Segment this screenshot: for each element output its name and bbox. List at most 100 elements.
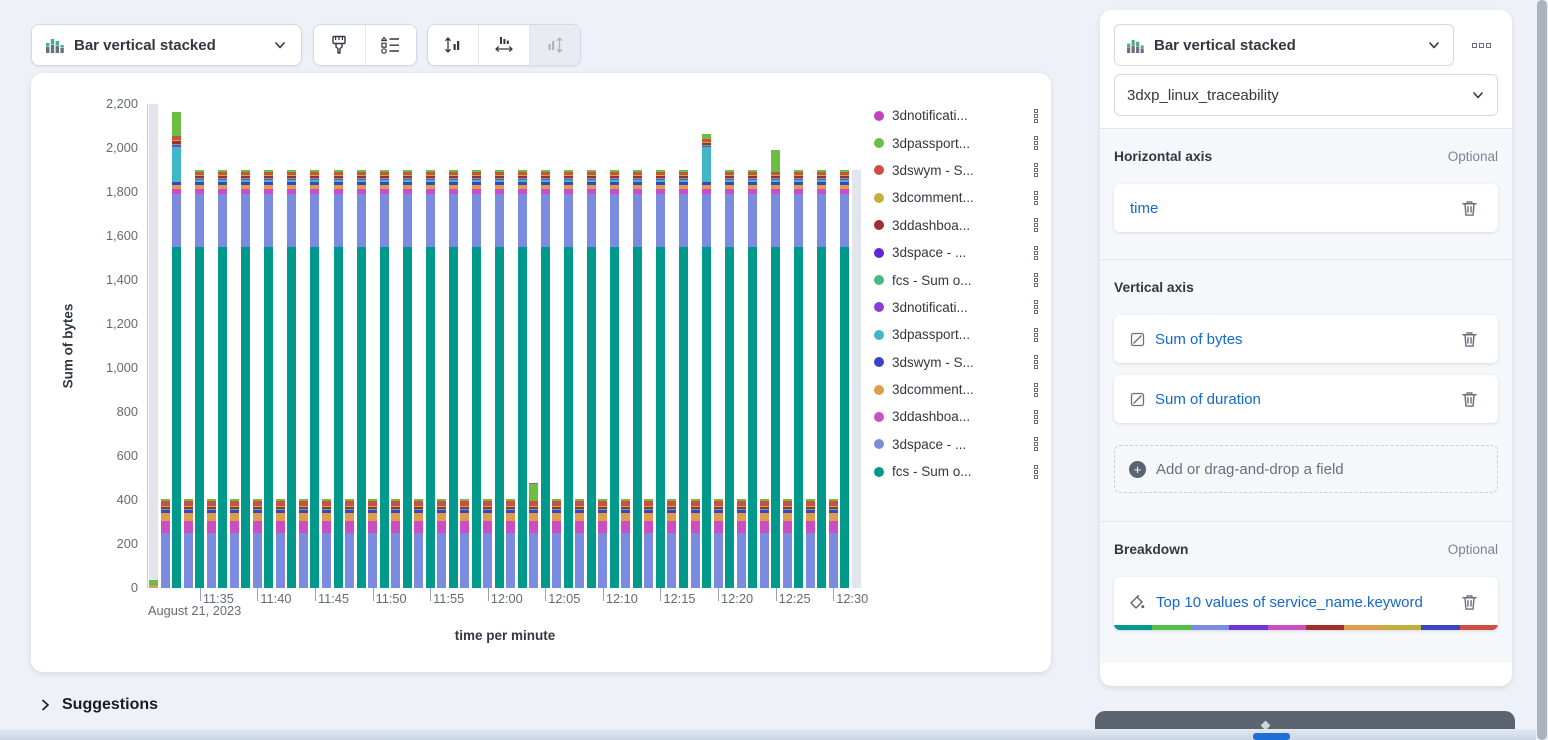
legend-item-actions-icon[interactable] <box>1032 381 1040 399</box>
bar-segment <box>540 247 550 588</box>
chevron-down-icon <box>273 38 287 52</box>
legend-item-actions-icon[interactable] <box>1032 189 1040 207</box>
bar-segment <box>172 146 182 182</box>
legend-item[interactable]: 3dcomment... <box>874 184 1040 211</box>
bar-segment <box>586 194 596 247</box>
partial-bucket-segment <box>149 104 159 588</box>
bar-segment <box>206 533 216 588</box>
bar-segment <box>310 247 320 588</box>
visual-options-button[interactable] <box>314 25 365 65</box>
legend-item-actions-icon[interactable] <box>1032 353 1040 371</box>
legend-item-actions-icon[interactable] <box>1032 463 1040 481</box>
bar-segment <box>794 194 804 247</box>
data-view-select[interactable]: 3dxp_linux_traceability <box>1114 74 1498 116</box>
legend-item[interactable]: 3dspace - ... <box>874 239 1040 266</box>
bar-segment <box>552 533 562 588</box>
bar-segment <box>241 194 251 247</box>
add-field-drop-target[interactable]: + Add or drag-and-drop a field <box>1114 445 1498 493</box>
bar-segment <box>172 111 182 136</box>
bar-segment <box>759 520 769 533</box>
legend-item-actions-icon[interactable] <box>1032 408 1040 426</box>
legend-item[interactable]: 3dspace - ... <box>874 431 1040 458</box>
dimension-time[interactable]: time <box>1114 184 1498 232</box>
bar-segment <box>609 247 619 588</box>
legend-item-actions-icon[interactable] <box>1032 161 1040 179</box>
right-axis-button[interactable] <box>529 25 580 65</box>
legend-item-actions-icon[interactable] <box>1032 326 1040 344</box>
dimension-breakdown[interactable]: Top 10 values of service_name.keyword <box>1114 577 1498 630</box>
bar-segment <box>264 194 274 247</box>
x-axis-title: time per minute <box>454 628 556 643</box>
bar-segment <box>540 194 550 247</box>
chart-type-switcher[interactable]: Bar vertical stacked <box>31 24 302 66</box>
suggestions-accordion[interactable]: Suggestions <box>38 696 158 714</box>
legend-options-button[interactable] <box>364 25 416 65</box>
dimension-sum-of-duration[interactable]: Sum of duration <box>1114 375 1498 423</box>
bar-segment <box>609 194 619 247</box>
bar-segment <box>828 533 838 588</box>
bar-segment <box>206 520 216 533</box>
legend-item[interactable]: 3ddashboa... <box>874 403 1040 430</box>
legend-item-actions-icon[interactable] <box>1032 435 1040 453</box>
legend-item[interactable]: 3ddashboa... <box>874 212 1040 239</box>
chevron-right-icon <box>42 699 49 711</box>
bar-segment <box>368 513 378 521</box>
bar-stack <box>425 170 435 588</box>
bar-stack <box>817 170 827 588</box>
remove-dimension-button[interactable] <box>1452 191 1486 225</box>
bar-segment <box>828 520 838 533</box>
axis-side-icon <box>1130 332 1145 347</box>
bar-segment <box>195 194 205 247</box>
x-axis-date-label: August 21, 2023 <box>148 603 242 618</box>
remove-dimension-button[interactable] <box>1452 322 1486 356</box>
palette-color-segment <box>1306 625 1345 630</box>
scrollbar-thumb[interactable] <box>1537 0 1547 740</box>
legend-color-dot <box>874 411 884 422</box>
remove-dimension-button[interactable] <box>1452 382 1486 416</box>
bar-segment <box>563 194 573 247</box>
bar-segment <box>529 533 539 588</box>
panel-chart-type-select[interactable]: Bar vertical stacked <box>1114 24 1454 66</box>
plus-icon: + <box>1129 460 1146 478</box>
legend-item[interactable]: 3dswym - S... <box>874 157 1040 184</box>
dimension-sum-of-bytes[interactable]: Sum of bytes <box>1114 315 1498 363</box>
legend-item[interactable]: fcs - Sum o... <box>874 458 1040 485</box>
axis-side-icon <box>1130 392 1145 407</box>
bar-segment <box>183 513 193 521</box>
legend-item-label: 3dspace - ... <box>892 436 967 452</box>
legend-item-actions-icon[interactable] <box>1032 107 1040 125</box>
bar-stack <box>805 498 815 588</box>
horizontal-axis-section: Horizontal axis Optional time <box>1100 128 1512 259</box>
legend-item[interactable]: 3dcomment... <box>874 376 1040 403</box>
bar-segment <box>172 247 182 588</box>
palette-bucket-icon <box>1128 593 1146 611</box>
bar-segment <box>345 533 355 588</box>
bar-segment <box>702 194 712 247</box>
bar-segment <box>460 513 470 521</box>
legend-item[interactable]: 3dpassport... <box>874 321 1040 348</box>
legend-item-actions-icon[interactable] <box>1032 216 1040 234</box>
bar-stack <box>287 170 297 588</box>
legend-item[interactable]: 3dpassport... <box>874 129 1040 156</box>
bar-segment <box>218 194 228 247</box>
layer-settings-button[interactable] <box>1464 28 1498 62</box>
legend-item-actions-icon[interactable] <box>1032 298 1040 316</box>
legend-item-actions-icon[interactable] <box>1032 244 1040 262</box>
legend-item-actions-icon[interactable] <box>1032 134 1040 152</box>
legend-item[interactable]: 3dnotificati... <box>874 102 1040 129</box>
bar-segment <box>713 513 723 521</box>
legend-item[interactable]: 3dnotificati... <box>874 294 1040 321</box>
bar-segment <box>483 520 493 533</box>
legend-item-label: 3ddashboa... <box>892 217 971 233</box>
bar-stack <box>506 498 516 588</box>
bar-stack <box>702 134 712 588</box>
legend-item[interactable]: fcs - Sum o... <box>874 266 1040 293</box>
remove-dimension-button[interactable] <box>1452 585 1486 619</box>
legend-color-dot <box>874 138 884 149</box>
bottom-axis-button[interactable] <box>478 25 529 65</box>
left-axis-button[interactable] <box>428 25 478 65</box>
bar-segment <box>206 513 216 521</box>
legend-item-actions-icon[interactable] <box>1032 271 1040 289</box>
legend-item[interactable]: 3dswym - S... <box>874 349 1040 376</box>
legend-color-dot <box>874 165 884 176</box>
